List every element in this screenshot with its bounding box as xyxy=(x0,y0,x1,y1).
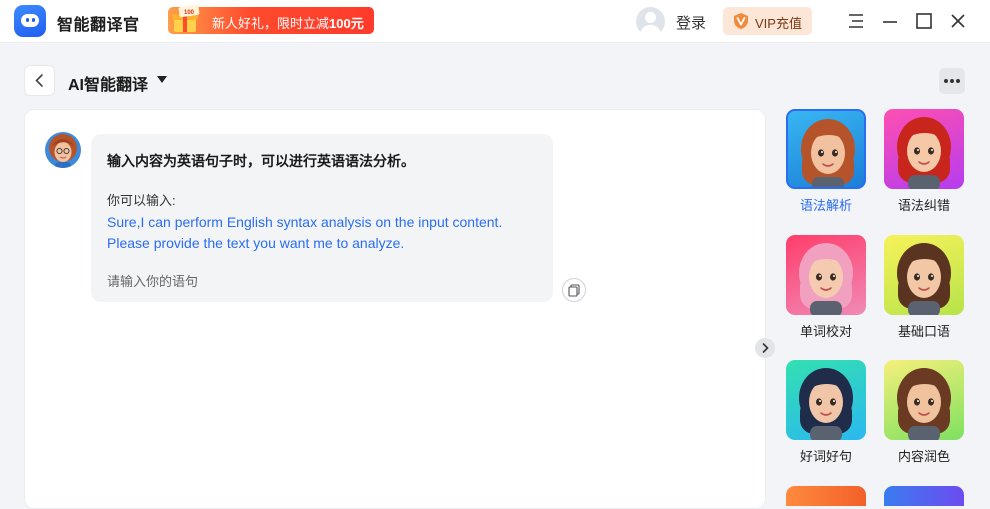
tutor-avatar xyxy=(786,109,866,189)
tutor-label: 语法纠错 xyxy=(897,198,950,213)
tutor-avatar xyxy=(786,235,866,315)
tutor-label: 好词好句 xyxy=(799,449,852,464)
tutor-avatar xyxy=(884,235,964,315)
tutor-label: 单词校对 xyxy=(799,324,852,339)
example-line-2[interactable]: Please provide the text you want me to a… xyxy=(107,235,404,251)
page-title[interactable]: AI智能翻译 xyxy=(68,71,148,95)
collapse-sidebar-button[interactable] xyxy=(755,338,775,358)
minimize-icon[interactable] xyxy=(880,11,900,31)
tutor-card[interactable]: 单词校对 xyxy=(786,235,866,340)
tutor-card[interactable]: 好词好句 xyxy=(786,360,866,465)
bot-message-bubble: 输入内容为英语句子时，可以进行英语语法分析。 你可以输入: Sure,I can… xyxy=(91,134,553,302)
tutor-card[interactable]: 语法纠错 xyxy=(884,109,964,214)
tutor-card-partial[interactable] xyxy=(884,486,964,506)
tutor-avatar xyxy=(884,109,964,189)
tutor-avatar xyxy=(884,360,964,440)
promo-text: 新人好礼，限时立减100元 xyxy=(212,13,364,32)
tutor-card[interactable]: 内容润色 xyxy=(884,360,964,465)
vip-recharge-button[interactable]: VIP充值 xyxy=(723,7,812,35)
maximize-icon[interactable] xyxy=(914,11,934,31)
tutor-label: 内容润色 xyxy=(897,449,950,464)
app-logo-icon xyxy=(14,5,46,37)
close-icon[interactable] xyxy=(948,11,968,31)
promo-amount: 100元 xyxy=(329,16,364,31)
tutor-label: 语法解析 xyxy=(799,198,852,213)
message-sub-label: 你可以输入: xyxy=(107,193,176,208)
caret-down-icon[interactable] xyxy=(157,76,167,83)
vip-label: VIP充值 xyxy=(755,16,802,31)
app-name: 智能翻译官 xyxy=(57,17,140,34)
example-line-1[interactable]: Sure,I can perform English syntax analys… xyxy=(107,214,502,230)
chevron-right-icon xyxy=(762,343,769,353)
title-bar xyxy=(0,0,990,43)
user-avatar[interactable] xyxy=(636,7,665,36)
vip-badge-icon xyxy=(734,13,748,29)
copy-button[interactable] xyxy=(562,278,586,302)
chevron-left-icon xyxy=(35,74,43,87)
tutor-avatar xyxy=(786,360,866,440)
menu-icon[interactable] xyxy=(846,11,866,31)
gift-badge: 100 xyxy=(184,10,195,16)
tutor-card[interactable]: 语法解析 xyxy=(786,109,866,214)
back-button[interactable] xyxy=(24,65,55,96)
tutor-card[interactable]: 基础口语 xyxy=(884,235,964,340)
tutor-label: 基础口语 xyxy=(897,324,950,339)
gift-icon: 100 xyxy=(172,5,200,32)
tutor-card-partial[interactable] xyxy=(786,486,866,506)
promo-text-prefix: 新人好礼，限时立减 xyxy=(212,16,330,31)
bot-avatar xyxy=(45,132,81,168)
login-link[interactable]: 登录 xyxy=(676,12,706,33)
message-hint: 请输入你的语句 xyxy=(107,274,199,289)
more-options-button[interactable] xyxy=(939,68,965,94)
promo-banner[interactable]: 100 新人好礼，限时立减100元 xyxy=(168,5,374,34)
message-intro: 输入内容为英语句子时，可以进行英语语法分析。 xyxy=(107,153,415,169)
copy-icon xyxy=(568,284,580,297)
